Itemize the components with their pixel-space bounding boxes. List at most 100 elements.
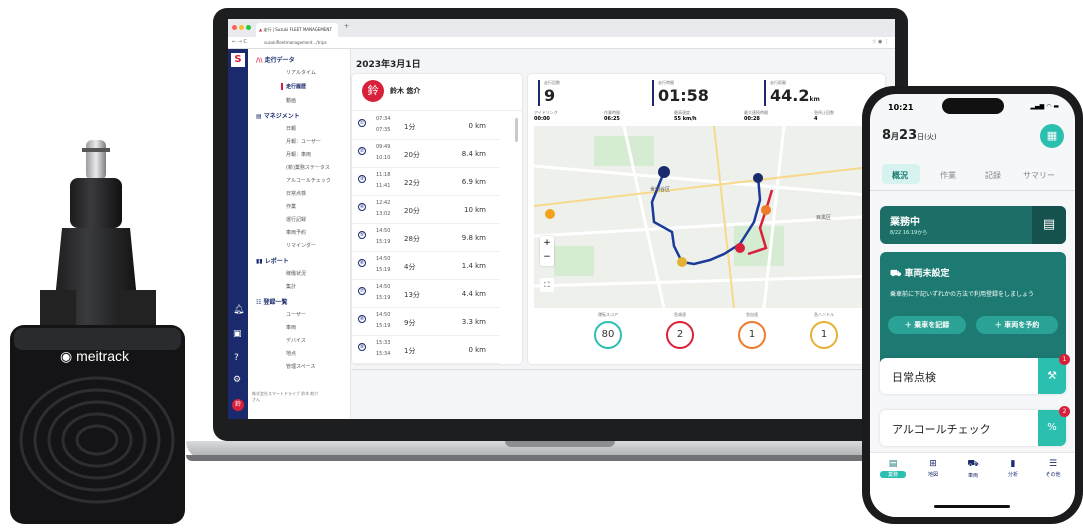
new-tab-icon[interactable]: + xyxy=(344,23,349,30)
nav-section-report[interactable]: ▮▮ レポート xyxy=(256,256,289,265)
nav-section-registry[interactable]: ☷ 登録一覧 xyxy=(256,297,288,306)
reserve-vehicle-button[interactable]: ＋ 車両を予約 xyxy=(976,316,1058,334)
nav-item-reminder[interactable]: リマインダー xyxy=(286,242,316,249)
tab-title: 走行 | Suzuki FLEET MANAGEMENT xyxy=(263,27,332,32)
bottom-nav-vehicle[interactable]: ⛟ 車両 xyxy=(960,459,986,479)
bottom-nav-map[interactable]: ⊞ 地図 xyxy=(920,459,946,478)
trip-start-time: 14:50 xyxy=(376,228,391,234)
tab-summary[interactable]: サマリー xyxy=(1023,170,1055,181)
bottom-nav-more[interactable]: ☰ その他 xyxy=(1040,459,1066,478)
score-row: 運転スコア 80 急減速 2 急加速 1 急ハンドル 1 xyxy=(578,312,878,362)
nav-item-summary[interactable]: 集計 xyxy=(286,283,296,290)
nav-section-label: 登録一覧 xyxy=(263,299,288,306)
nav-item-daily[interactable]: 日報 xyxy=(286,125,296,132)
zoom-out-button[interactable]: − xyxy=(540,250,554,264)
nav-section-management[interactable]: ▤ マネジメント xyxy=(256,111,300,120)
brand-mark-icon: ◉ xyxy=(60,348,73,364)
nav-item-devices[interactable]: デバイス xyxy=(286,337,306,344)
notification-icon[interactable]: 🔔︎ xyxy=(233,305,244,315)
inspection-card[interactable]: 日常点検 ⚒ 1 xyxy=(880,354,1070,394)
trip-start-time: 09:49 xyxy=(376,144,391,150)
trip-row[interactable]: ③ 11:18 11:41 22分 6.9 km xyxy=(352,168,500,196)
trip-row[interactable]: ⑤ 14:50 15:19 28分 9.8 km xyxy=(352,224,500,252)
clipboard-icon: ▤ xyxy=(888,459,898,469)
trip-row[interactable]: ① 07:34 07:35 1分 0 km xyxy=(352,112,500,140)
calendar-button-icon[interactable]: ▦ xyxy=(1040,124,1064,148)
trip-end-time: 11:41 xyxy=(376,183,391,189)
nav-item-reservation[interactable]: 車両予約 xyxy=(286,229,306,236)
trip-duration: 20分 xyxy=(404,151,420,159)
divider xyxy=(870,190,1075,191)
tab-overview[interactable]: 概況 xyxy=(892,170,908,181)
work-status-since: 8/22 16:19から xyxy=(890,230,928,236)
trip-start-time: 12:42 xyxy=(376,200,391,206)
alcohol-check-card[interactable]: アルコールチェック % 2 xyxy=(880,406,1070,446)
trip-row[interactable]: ② 09:49 10:10 20分 8.4 km xyxy=(352,140,500,168)
nav-item-monthly-user[interactable]: 月報：ユーザー xyxy=(286,138,321,145)
score-value: 1 xyxy=(738,321,766,349)
tasks-icon[interactable]: ▣ xyxy=(233,329,242,339)
record-boarding-button[interactable]: ＋ 乗車を記録 xyxy=(888,316,966,334)
nav-item-video[interactable]: 動画 xyxy=(286,97,296,104)
nav-item-work-status[interactable]: (新)業務ステータス xyxy=(286,164,330,171)
mobile-app-screen: 10:21 ▂▄▆ ◠ ▬ 8月23日(火) ▦ 概況 作業 記録 サマリー 業… xyxy=(870,94,1075,517)
nav-item-monthly-vehicle[interactable]: 月報：車両 xyxy=(286,151,311,158)
nav-item-locations[interactable]: 地点 xyxy=(286,350,296,357)
tab-records[interactable]: 記録 xyxy=(985,170,1001,181)
score-value: 2 xyxy=(666,321,694,349)
trip-row[interactable]: ⑥ 14:50 15:19 4分 1.4 km xyxy=(352,252,500,280)
bar-chart-icon: ▮▮ xyxy=(256,258,263,265)
settings-gear-icon[interactable]: ⚙ xyxy=(233,375,241,385)
trip-row[interactable]: ⑨ 15:33 15:34 1分 0 km xyxy=(352,336,500,364)
work-status-card[interactable]: 業務中 8/22 16:19から ▤ xyxy=(880,206,1066,244)
tab-work[interactable]: 作業 xyxy=(940,170,956,181)
trip-row[interactable]: ④ 12:42 13:02 20分 10 km xyxy=(352,196,500,224)
nav-label: 業務 xyxy=(880,471,906,478)
driver-name: 鈴木 悠介 xyxy=(390,87,421,95)
browser-tab[interactable]: ▲ 走行 | Suzuki FLEET MANAGEMENT xyxy=(256,23,338,37)
url-text: suzukifleetmanagement.../trips xyxy=(264,40,327,45)
trip-distance: 8.4 km xyxy=(461,150,486,158)
trip-number: ⑤ xyxy=(358,231,366,239)
minimize-window-icon[interactable] xyxy=(239,25,244,30)
trip-number: ① xyxy=(358,119,366,127)
nav-item-spaces[interactable]: 管理スペース xyxy=(286,363,315,370)
laptop-foot xyxy=(186,455,931,461)
nav-item-utilization[interactable]: 稼働状況 xyxy=(286,270,306,277)
address-bar[interactable]: ← → C suzukifleetmanagement.../trips ☆ ◉… xyxy=(228,37,895,49)
bottom-nav-work[interactable]: ▤ 業務 xyxy=(880,459,906,489)
trip-duration: 1分 xyxy=(404,347,416,355)
trip-end-time: 15:19 xyxy=(376,295,391,301)
nav-arrows-icon[interactable]: ← → C xyxy=(232,39,247,45)
zoom-in-button[interactable]: + xyxy=(540,236,554,250)
trip-number: ③ xyxy=(358,175,366,183)
vehicle-card: ⛟ 車両未設定 乗車前に下記いずれかの方法で利用登録をしましょう ＋ 乗車を記録… xyxy=(880,252,1066,366)
nav-section-trips[interactable]: /\\ 走行データ xyxy=(256,55,295,64)
page-title: 2023年3月1日 xyxy=(356,60,421,70)
browser-menu-icon[interactable]: ☆ ◉ ⋮ xyxy=(872,39,889,45)
bottom-nav-analytics[interactable]: ▮ 分析 xyxy=(1000,459,1026,478)
route-map[interactable]: 世田谷区 目黒区 + − ⛶ xyxy=(534,126,879,308)
help-icon[interactable]: ? xyxy=(234,353,239,363)
user-avatar[interactable]: 鈴 xyxy=(232,399,244,411)
score-label: 急加速 xyxy=(746,312,758,317)
nav-item-operation-log[interactable]: 運行記録 xyxy=(286,216,306,223)
fullscreen-icon[interactable]: ⛶ xyxy=(540,278,554,292)
date-day: 23 xyxy=(899,128,918,143)
nav-item-trip-history[interactable]: 走行履歴 xyxy=(281,83,306,90)
scrollbar[interactable] xyxy=(515,118,518,142)
maximize-window-icon[interactable] xyxy=(246,25,251,30)
nav-item-work[interactable]: 作業 xyxy=(286,203,296,210)
nav-item-alcohol-check[interactable]: アルコールチェック xyxy=(286,177,331,184)
stat-trip-count: 走行回数 9 xyxy=(538,80,560,106)
nav-item-inspection[interactable]: 日常点検 xyxy=(286,190,306,197)
nav-item-realtime[interactable]: リアルタイム xyxy=(286,69,316,76)
close-window-icon[interactable] xyxy=(232,25,237,30)
trip-number: ⑨ xyxy=(358,343,366,351)
stat-value: 44.2 xyxy=(770,86,810,105)
nav-item-users[interactable]: ユーザー xyxy=(286,311,306,318)
nav-item-vehicles[interactable]: 車両 xyxy=(286,324,296,331)
trip-row[interactable]: ⑧ 14:50 15:19 9分 3.3 km xyxy=(352,308,500,336)
map-label-setagaya: 世田谷区 xyxy=(650,187,671,193)
trip-row[interactable]: ⑦ 14:50 15:19 13分 4.4 km xyxy=(352,280,500,308)
